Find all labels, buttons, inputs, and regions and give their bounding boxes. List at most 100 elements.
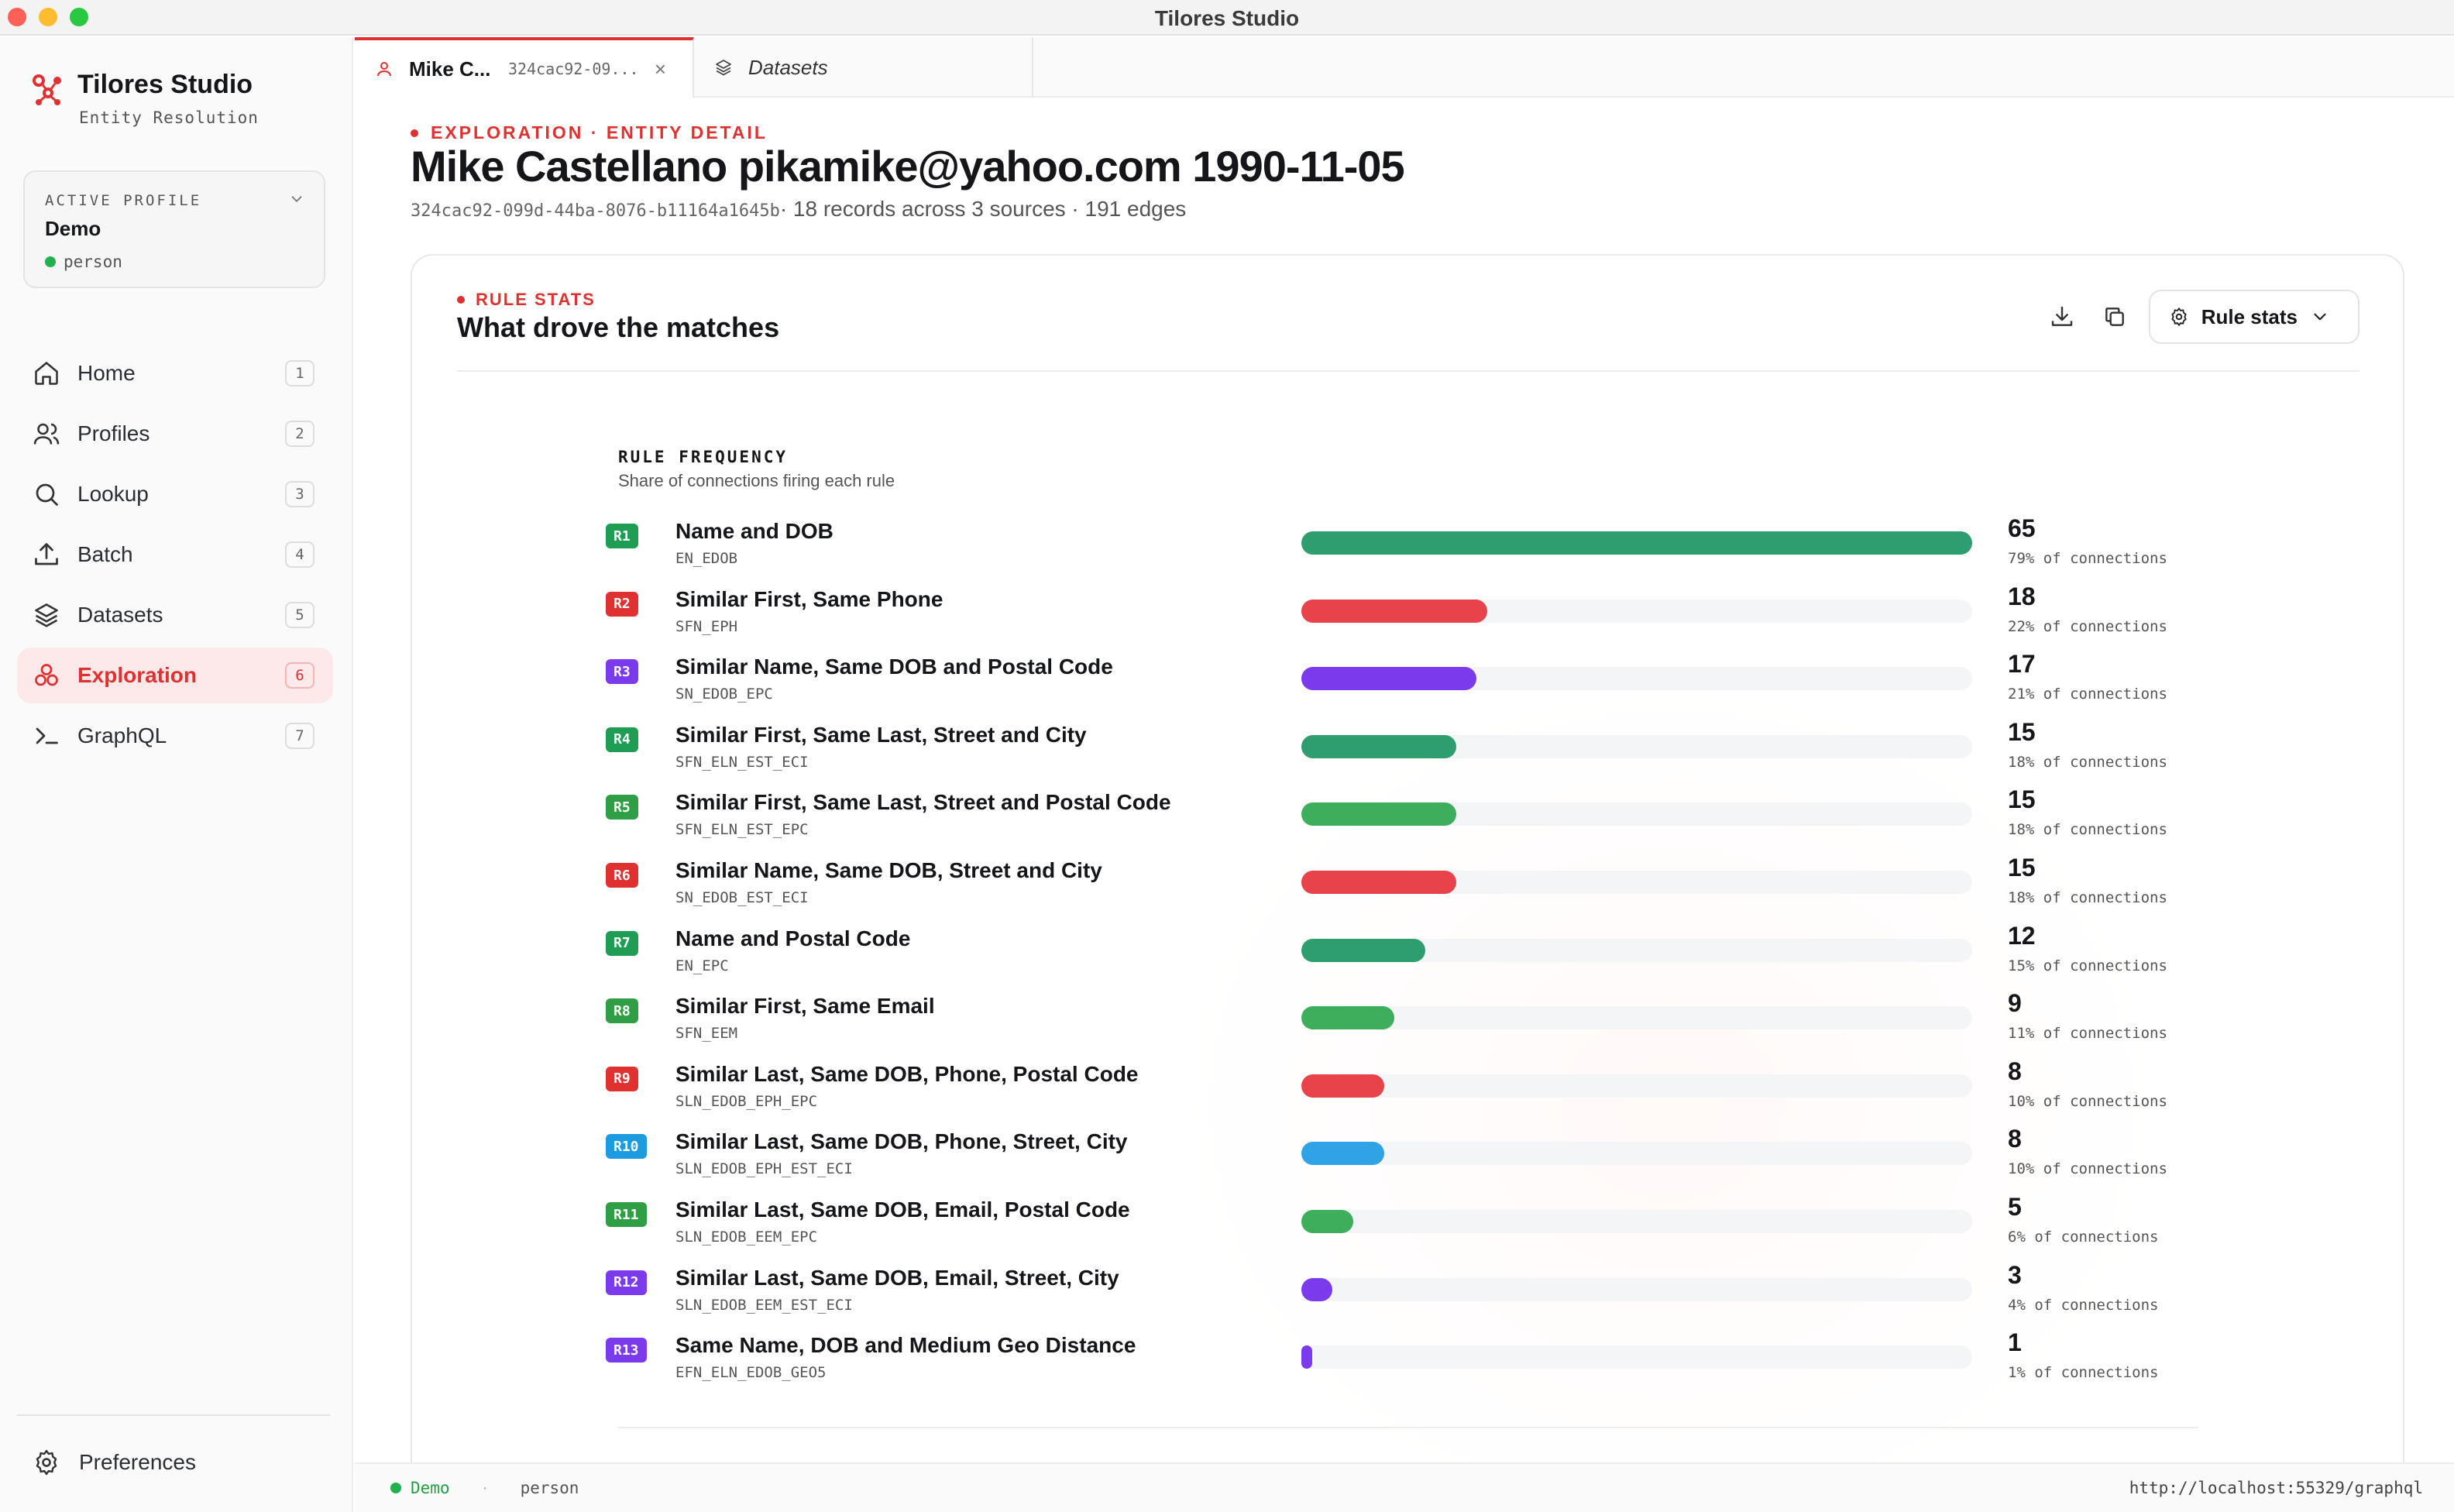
download-icon	[2051, 306, 2072, 326]
shortcut-badge: 3	[285, 481, 314, 507]
gear-icon	[2171, 308, 2187, 326]
active-profile-selector[interactable]: ACTIVE PROFILE Demo person	[23, 170, 325, 288]
rule-bar-track	[1301, 1006, 1972, 1030]
rule-id-badge: R8	[606, 998, 638, 1024]
rule-row[interactable]: R13 Same Name, DOB and Medium Geo Distanc…	[412, 1328, 2406, 1401]
rule-count: 3	[2008, 1260, 2022, 1289]
rule-name: Similar Name, Same DOB, Street and City	[675, 858, 1102, 882]
rule-bar	[1301, 1074, 1384, 1098]
tab-entity-detail[interactable]: Mike C... 324cac92-09... ×	[355, 37, 694, 98]
list-divider	[618, 1427, 2198, 1428]
copy-button[interactable]	[2096, 298, 2133, 335]
rule-row[interactable]: R10 Similar Last, Same DOB, Phone, Street…	[412, 1125, 2406, 1198]
card-title: What drove the matches	[457, 311, 780, 343]
rule-bar	[1301, 1142, 1384, 1166]
rule-count: 15	[2008, 854, 2036, 881]
rule-code: SLN_EDOB_EPH_EST_ECI	[675, 1160, 853, 1178]
sidebar-item-profiles[interactable]: Profiles 2	[17, 406, 333, 462]
sidebar-item-home[interactable]: Home 1	[17, 345, 333, 401]
rule-id-badge: R6	[606, 863, 638, 888]
rule-name: Same Name, DOB and Medium Geo Distance	[675, 1333, 1136, 1358]
sidebar-nav: Home 1 Profiles 2 Lookup 3 Batch 4 Datas…	[17, 345, 333, 768]
rule-row[interactable]: R3 Similar Name, Same DOB and Postal Code…	[412, 650, 2406, 723]
sidebar-item-graphql[interactable]: GraphQL 7	[17, 708, 333, 764]
shortcut-badge: 1	[285, 360, 314, 387]
card-actions: Rule stats	[2043, 290, 2359, 344]
rule-code: SN_EDOB_EPC	[675, 686, 773, 703]
active-profile-name: Demo	[45, 217, 101, 240]
sidebar-item-lookup[interactable]: Lookup 3	[17, 466, 333, 522]
status-dot-icon	[45, 256, 56, 267]
rule-count: 12	[2008, 921, 2036, 950]
page-eyebrow-label: EXPLORATION · ENTITY DETAIL	[431, 122, 768, 143]
rule-row[interactable]: R4 Similar First, Same Last, Street and C…	[412, 718, 2406, 791]
rule-count: 8	[2008, 1057, 2022, 1085]
rule-id-badge: R13	[606, 1338, 647, 1363]
active-profile-type: person	[45, 253, 122, 271]
sidebar-item-batch[interactable]: Batch 4	[17, 527, 333, 582]
rule-row[interactable]: R6 Similar Name, Same DOB, Street and Cit…	[412, 854, 2406, 926]
tab-datasets[interactable]: Datasets	[694, 37, 1033, 98]
rule-code: SLN_EDOB_EEM_EPC	[675, 1228, 818, 1246]
home-icon	[35, 362, 58, 385]
rule-id-badge: R2	[606, 591, 638, 617]
rule-bar	[1301, 599, 1487, 623]
rule-code: SFN_EEM	[675, 1025, 738, 1043]
entity-meta: 324cac92-099d-44ba-8076-b11164a1645b · 1…	[411, 197, 1186, 222]
rule-row[interactable]: R5 Similar First, Same Last, Street and P…	[412, 785, 2406, 858]
tab-title: Mike C...	[409, 57, 491, 81]
brand-subtitle: Entity Resolution	[79, 108, 259, 127]
status-profile-type: person	[520, 1479, 579, 1497]
layers-icon	[35, 603, 58, 627]
rule-count: 1	[2008, 1328, 2022, 1357]
rule-share: 18% of connections	[2008, 889, 2167, 906]
rule-code: SFN_ELN_EST_ECI	[675, 753, 809, 771]
rule-bar-track	[1301, 1210, 1972, 1233]
window-titlebar: Tilores Studio	[0, 0, 2454, 36]
rule-row[interactable]: R8 Similar First, Same Email SFN_EEM 9 11% o…	[412, 989, 2406, 1062]
rule-code: SN_EDOB_EST_ECI	[675, 889, 809, 906]
rule-id-badge: R5	[606, 795, 638, 820]
graphql-endpoint-url[interactable]: http://localhost:55329/graphql	[2129, 1479, 2423, 1497]
copy-icon	[2105, 308, 2124, 326]
tab-entity-id: 324cac92-09...	[508, 60, 639, 78]
rule-bar-track	[1301, 1074, 1972, 1098]
window-title: Tilores Studio	[1154, 6, 1300, 30]
sidebar: Tilores Studio Entity Resolution ACTIVE …	[0, 37, 353, 1512]
rule-share: 15% of connections	[2008, 957, 2167, 974]
rule-row[interactable]: R9 Similar Last, Same DOB, Phone, Postal …	[412, 1057, 2406, 1130]
upload-icon	[35, 543, 58, 565]
sidebar-item-exploration[interactable]: Exploration 6	[17, 648, 333, 703]
rule-row[interactable]: R11 Similar Last, Same DOB, Email, Postal…	[412, 1193, 2406, 1266]
rule-bar	[1301, 1210, 1353, 1233]
preferences-button[interactable]: Preferences	[33, 1445, 196, 1479]
card-eyebrow-label: RULE STATS	[476, 290, 596, 309]
rule-count: 5	[2008, 1193, 2022, 1221]
rule-bar	[1301, 938, 1425, 962]
rule-share: 79% of connections	[2008, 550, 2167, 567]
rule-bar-track	[1301, 599, 1972, 623]
close-tab-button[interactable]: ×	[655, 57, 666, 81]
rule-row[interactable]: R7 Name and Postal Code EN_EPC 12 15% of con…	[412, 922, 2406, 995]
page-eyebrow: EXPLORATION · ENTITY DETAIL	[411, 122, 768, 143]
view-dropdown-label: Rule stats	[2201, 304, 2298, 328]
entity-id[interactable]: 324cac92-099d-44ba-8076-b11164a1645b	[411, 201, 780, 221]
download-button[interactable]	[2043, 298, 2081, 335]
rule-bar	[1301, 734, 1456, 758]
layers-icon	[716, 60, 731, 76]
rule-bar-track	[1301, 1277, 1972, 1301]
view-dropdown[interactable]: Rule stats	[2148, 290, 2359, 344]
rule-code: EN_EPC	[675, 957, 729, 974]
rule-name: Similar First, Same Last, Street and Cit…	[675, 722, 1087, 747]
sidebar-item-datasets[interactable]: Datasets 5	[17, 587, 333, 643]
rule-name: Similar Last, Same DOB, Email, Postal Co…	[675, 1198, 1130, 1222]
rule-bar	[1301, 802, 1456, 826]
rule-row[interactable]: R12 Similar Last, Same DOB, Email, Street…	[412, 1261, 2406, 1334]
card-divider	[457, 370, 2359, 372]
rule-row[interactable]: R1 Name and DOB EN_EDOB 65 79% of connection…	[412, 514, 2406, 587]
rule-code: EFN_ELN_EDOB_GEO5	[675, 1364, 827, 1382]
rule-bar-track	[1301, 938, 1972, 962]
rule-bar-track	[1301, 734, 1972, 758]
rule-code: SLN_EDOB_EPH_EPC	[675, 1092, 818, 1110]
rule-row[interactable]: R2 Similar First, Same Phone SFN_EPH 18 22% …	[412, 582, 2406, 655]
